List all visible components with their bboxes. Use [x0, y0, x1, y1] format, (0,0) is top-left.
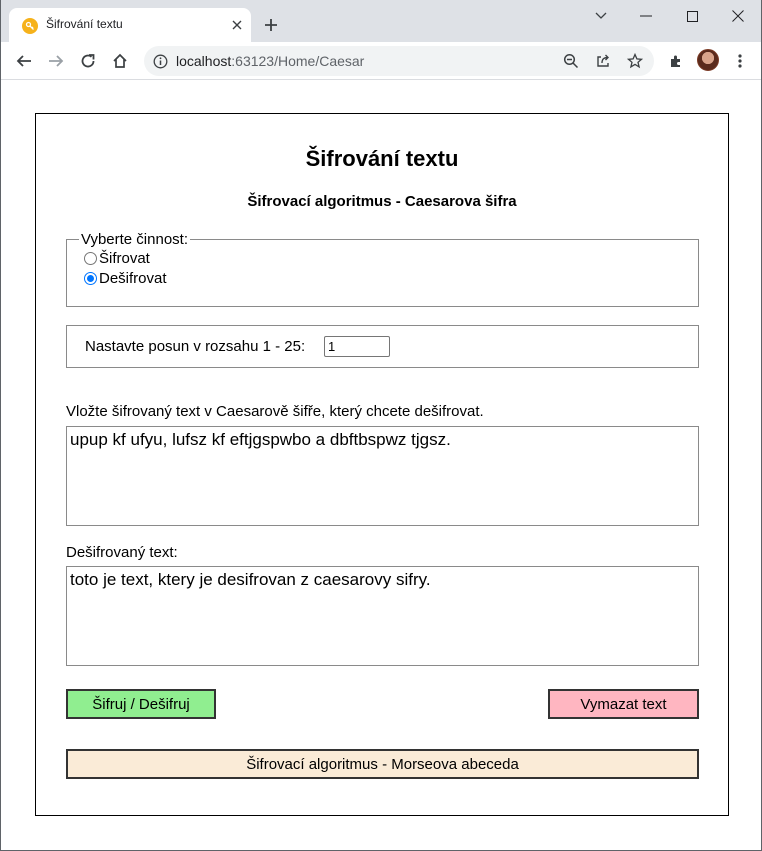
tab-title: Šifrování textu: [46, 17, 123, 31]
bookmark-star-icon[interactable]: [626, 52, 644, 70]
encrypt-radio[interactable]: [84, 251, 97, 265]
url-text[interactable]: localhost:63123/Home/Caesar: [176, 53, 364, 69]
page-title: Šifrování textu: [305, 146, 459, 171]
site-info-icon[interactable]: [152, 53, 168, 69]
mode-option-decrypt[interactable]: Dešifrovat: [83, 268, 698, 288]
browser-window: Šifrování textu localhost:63123/Home/Cae…: [0, 0, 762, 851]
chevron-down-icon[interactable]: [578, 4, 624, 28]
shift-label: Nastavte posun v rozsahu 1 - 25:: [85, 338, 306, 355]
extensions-icon[interactable]: [664, 49, 688, 73]
decrypt-radio-label: Dešifrovat: [99, 269, 167, 287]
morse-algorithm-button[interactable]: Šifrovací algoritmus - Morseova abeceda: [66, 749, 699, 779]
address-bar[interactable]: localhost:63123/Home/Caesar: [144, 46, 654, 76]
share-icon[interactable]: [594, 52, 612, 70]
decrypt-radio[interactable]: [84, 271, 97, 285]
minimize-icon[interactable]: [623, 4, 669, 28]
mode-fieldset: Vyberte činnost: Šifrovat Dešifrovat: [66, 231, 699, 307]
encrypt-radio-label: Šifrovat: [99, 249, 150, 267]
new-tab-icon[interactable]: [261, 15, 281, 35]
mode-legend: Vyberte činnost:: [81, 231, 188, 248]
url-path: :63123/Home/Caesar: [231, 53, 365, 69]
cipher-input-textarea[interactable]: upup kf ufyu, lufsz kf eftjgspwbo a dbft…: [66, 426, 699, 526]
profile-avatar[interactable]: [697, 49, 719, 71]
plaintext-output-textarea[interactable]: toto je text, ktery je desifrovan z caes…: [66, 566, 699, 666]
more-menu-icon[interactable]: [728, 49, 752, 73]
key-icon: [22, 18, 38, 34]
reload-icon[interactable]: [76, 49, 100, 73]
shift-input[interactable]: 1: [324, 336, 390, 357]
close-window-icon[interactable]: [715, 4, 761, 28]
page-subtitle: Šifrovací algoritmus - Caesarova šifra: [247, 193, 517, 210]
shift-fieldset: Nastavte posun v rozsahu 1 - 25: 1: [66, 325, 699, 368]
output-text-label: Dešifrovaný text:: [66, 544, 178, 561]
close-tab-icon[interactable]: [229, 17, 245, 33]
browser-toolbar: localhost:63123/Home/Caesar: [1, 42, 761, 80]
home-icon[interactable]: [108, 49, 132, 73]
input-text-label: Vložte šifrovaný text v Caesarově šifře,…: [66, 403, 484, 420]
back-icon[interactable]: [12, 49, 36, 73]
zoom-out-icon[interactable]: [562, 52, 580, 70]
tab-strip: Šifrování textu: [1, 0, 761, 42]
browser-tab[interactable]: Šifrování textu: [9, 8, 251, 42]
forward-icon[interactable]: [44, 49, 68, 73]
url-host: localhost: [176, 53, 232, 69]
cipher-form-container: Šifrování textu Šifrovací algoritmus - C…: [35, 113, 729, 816]
mode-option-encrypt[interactable]: Šifrovat: [83, 248, 698, 268]
maximize-icon[interactable]: [669, 4, 715, 28]
encrypt-decrypt-button[interactable]: Šifruj / Dešifruj: [66, 689, 216, 719]
clear-text-button[interactable]: Vymazat text: [548, 689, 699, 719]
